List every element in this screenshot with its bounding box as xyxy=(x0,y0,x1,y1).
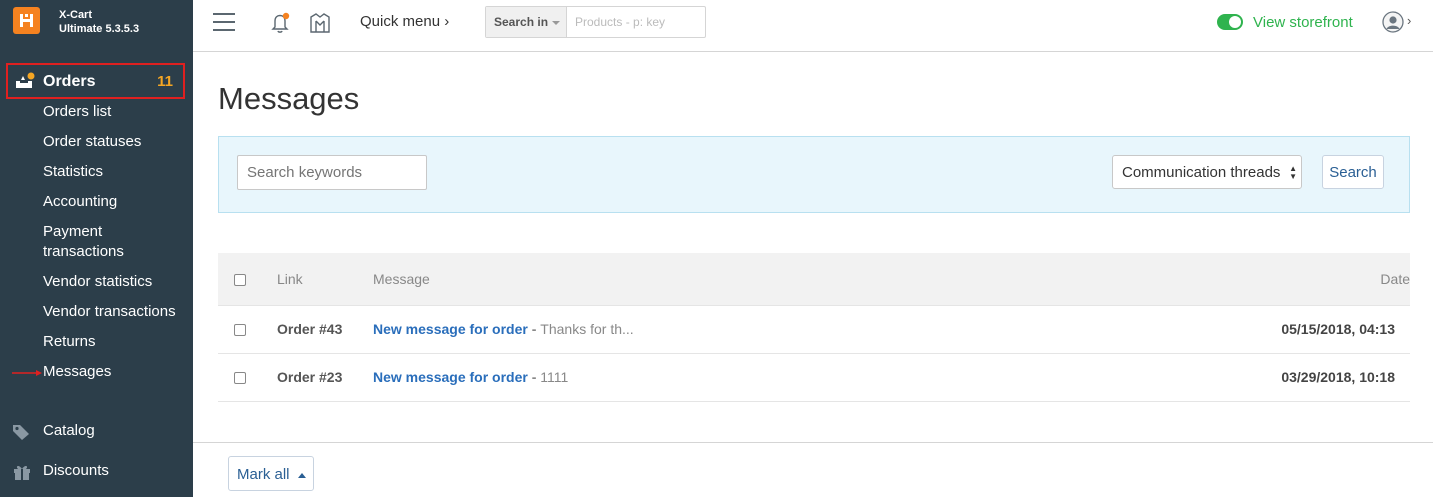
sidebar-item-orders-list[interactable]: Orders list xyxy=(43,102,111,122)
select-arrows-icon: ▲ ▼ xyxy=(1287,164,1297,181)
sidebar-item-label: transactions xyxy=(43,243,124,260)
chevron-right-icon[interactable]: › xyxy=(1407,13,1411,28)
sidebar-item-accounting[interactable]: Accounting xyxy=(43,192,117,212)
red-arrow-icon xyxy=(12,370,42,376)
view-storefront-link[interactable]: View storefront xyxy=(1253,14,1353,31)
sidebar-item-order-statuses[interactable]: Order statuses xyxy=(43,132,141,152)
message-date: 03/29/2018, 10:18 xyxy=(1281,369,1395,385)
user-avatar-icon[interactable] xyxy=(1382,11,1404,33)
sidebar-item-label: Catalog xyxy=(43,422,95,439)
message-preview: Thanks for th... xyxy=(540,321,634,337)
sidebar-item-orders[interactable]: Orders 11 xyxy=(6,63,185,99)
brand-name-line1: X-Cart xyxy=(59,9,93,21)
caret-down-icon xyxy=(552,20,561,25)
orders-count-badge: 11 xyxy=(157,73,173,90)
sidebar-item-discounts[interactable]: Discounts xyxy=(0,457,193,487)
order-link[interactable]: Order #43 xyxy=(277,321,342,337)
bell-icon[interactable] xyxy=(269,12,291,34)
message-subject-link[interactable]: New message for order xyxy=(373,321,528,337)
mark-all-label: Mark all xyxy=(237,466,290,483)
table-header: Link Message Date xyxy=(218,253,1410,306)
storefront-box-icon[interactable] xyxy=(309,12,331,34)
search-in-dropdown[interactable]: Search in xyxy=(486,7,567,37)
sidebar-item-vendor-statistics[interactable]: Vendor statistics xyxy=(43,272,152,292)
brand-version: Ultimate 5.3.5.3 xyxy=(59,23,140,35)
brand[interactable]: X-Cart Ultimate 5.3.5.3 xyxy=(0,0,193,44)
order-link[interactable]: Order #23 xyxy=(277,369,342,385)
row-checkbox[interactable] xyxy=(234,372,246,384)
caret-up-icon xyxy=(297,472,306,478)
storefront-toggle[interactable] xyxy=(1217,14,1243,30)
hamburger-menu-icon[interactable] xyxy=(213,13,235,31)
table-row: Order #23 New message for order - 1111 0… xyxy=(218,354,1410,402)
sidebar-item-returns[interactable]: Returns xyxy=(43,332,96,352)
message-separator: - xyxy=(527,321,541,337)
orders-icon xyxy=(16,72,35,88)
message-cell: New message for order - 1111 xyxy=(373,369,568,385)
search-button[interactable]: Search xyxy=(1322,155,1384,189)
table-row: Order #43 New message for order - Thanks… xyxy=(218,306,1410,354)
message-subject-link[interactable]: New message for order xyxy=(373,369,528,385)
message-separator: - xyxy=(527,369,541,385)
sidebar-item-vendor-transactions[interactable]: Vendor transactions xyxy=(43,302,176,322)
column-header-link[interactable]: Link xyxy=(277,271,303,287)
search-filter-panel: Communication threads ▲▼ Search xyxy=(218,136,1410,213)
global-search: Search in Products - p: key xyxy=(485,6,706,38)
sidebar-item-label: Discounts xyxy=(43,462,109,479)
sidebar-item-catalog[interactable]: Catalog xyxy=(0,417,193,447)
global-search-input[interactable]: Products - p: key xyxy=(575,15,665,29)
sidebar: X-Cart Ultimate 5.3.5.3 Orders 11 Orders… xyxy=(0,0,193,497)
column-header-message[interactable]: Message xyxy=(373,271,430,287)
page-title: Messages xyxy=(218,81,360,116)
keywords-search-input[interactable] xyxy=(237,155,427,190)
search-in-label: Search in xyxy=(494,15,549,29)
message-preview: 1111 xyxy=(540,369,569,385)
mark-all-button[interactable]: Mark all xyxy=(228,456,314,491)
sidebar-item-orders-label: Orders xyxy=(43,73,96,90)
column-header-date[interactable]: Date xyxy=(1380,271,1410,287)
message-cell: New message for order - Thanks for th... xyxy=(373,321,634,337)
sidebar-item-statistics[interactable]: Statistics xyxy=(43,162,103,182)
sidebar-item-label: Payment xyxy=(43,223,103,240)
tags-icon xyxy=(13,425,29,440)
gift-icon xyxy=(14,465,30,480)
footer-action-bar: Mark all xyxy=(193,442,1433,497)
thread-type-select-value: Communication threads xyxy=(1122,164,1281,181)
select-all-checkbox[interactable] xyxy=(234,274,246,286)
messages-table: Link Message Date Order #43 New message … xyxy=(218,253,1410,402)
message-date: 05/15/2018, 04:13 xyxy=(1281,321,1395,337)
top-bar: Quick menu › Search in Products - p: key… xyxy=(193,0,1433,52)
sidebar-item-payment-transactions[interactable]: Payment transactions xyxy=(43,222,124,262)
row-checkbox[interactable] xyxy=(234,324,246,336)
thread-type-select[interactable]: Communication threads ▲ ▼ xyxy=(1112,155,1302,189)
xcart-logo-icon xyxy=(13,7,40,34)
quick-menu-button[interactable]: Quick menu › xyxy=(360,13,449,30)
brand-name: X-Cart Ultimate 5.3.5.3 xyxy=(59,8,139,36)
sidebar-item-messages[interactable]: Messages xyxy=(43,362,111,382)
